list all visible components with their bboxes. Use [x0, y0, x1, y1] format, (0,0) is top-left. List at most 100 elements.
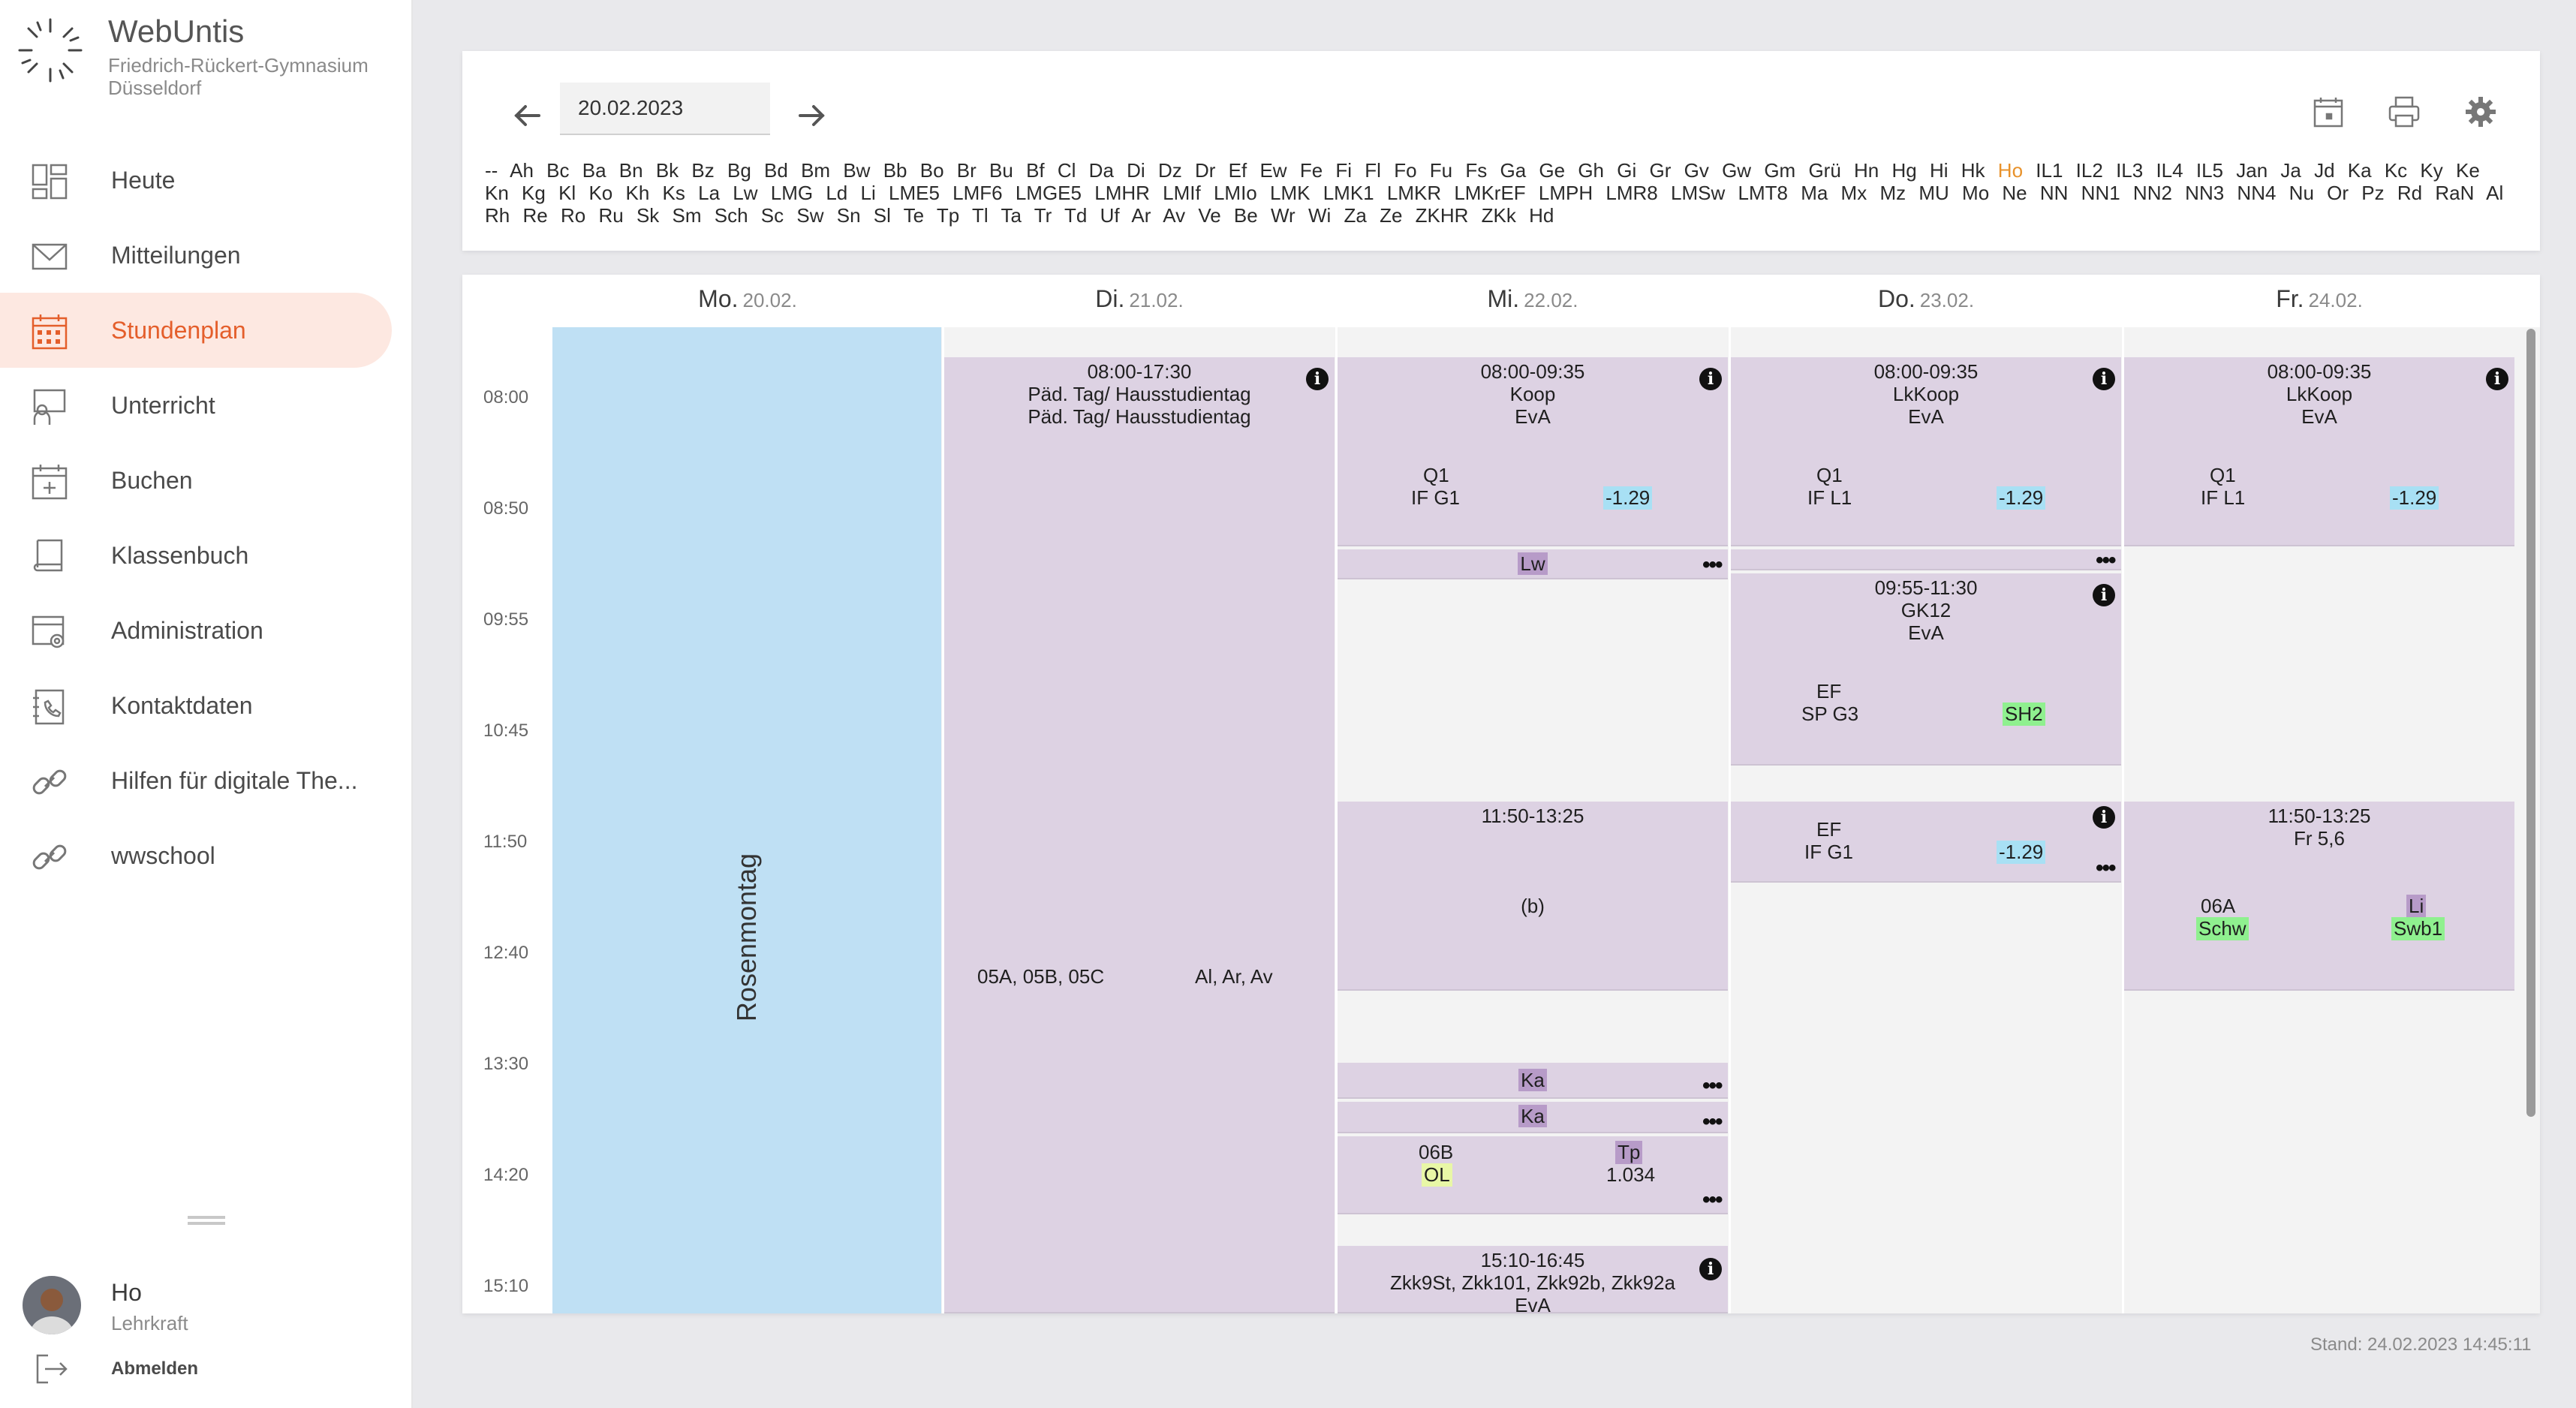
teacher-link[interactable]: Gh: [1578, 159, 1604, 182]
lesson-card-tuesday[interactable]: 08:00-17:30 Päd. Tag/ Hausstudientag Päd…: [944, 357, 1335, 1313]
scrollbar[interactable]: [2526, 329, 2535, 1117]
teacher-link[interactable]: LMPH: [1539, 182, 1593, 204]
teacher-link[interactable]: Ja: [2280, 159, 2301, 182]
teacher-link[interactable]: Kh: [626, 182, 650, 204]
lesson-card[interactable]: Ka •••: [1338, 1063, 1728, 1099]
teacher-link[interactable]: Kc: [2385, 159, 2407, 182]
info-icon[interactable]: i: [2093, 806, 2115, 829]
nav-item-buchen[interactable]: Buchen: [0, 443, 392, 518]
teacher-link[interactable]: IL5: [2196, 159, 2223, 182]
teacher-link[interactable]: Ba: [582, 159, 606, 182]
teacher-link[interactable]: Tl: [972, 204, 989, 227]
teacher-link[interactable]: Ah: [510, 159, 534, 182]
teacher-link[interactable]: Ld: [826, 182, 847, 204]
teacher-link[interactable]: Lw: [733, 182, 757, 204]
teacher-link[interactable]: Fi: [1335, 159, 1352, 182]
teacher-link[interactable]: Kg: [522, 182, 546, 204]
teacher-link[interactable]: LMF6: [952, 182, 1002, 204]
teacher-link[interactable]: La: [698, 182, 720, 204]
nav-item-hilfen[interactable]: Hilfen für digitale The...: [0, 743, 392, 818]
teacher-link[interactable]: Be: [1234, 204, 1258, 227]
teacher-link[interactable]: Ka: [2348, 159, 2372, 182]
teacher-link[interactable]: Bf: [1026, 159, 1045, 182]
teacher-link[interactable]: Mo: [1962, 182, 1989, 204]
teacher-link[interactable]: Al: [2486, 182, 2503, 204]
teacher-link[interactable]: LMK: [1270, 182, 1310, 204]
teacher-link[interactable]: Te: [904, 204, 924, 227]
teacher-link[interactable]: LME5: [889, 182, 940, 204]
lesson-card[interactable]: •••: [1731, 549, 2121, 572]
teacher-link[interactable]: Cl: [1058, 159, 1076, 182]
teacher-link[interactable]: Mz: [1879, 182, 1906, 204]
teacher-link[interactable]: NN3: [2185, 182, 2224, 204]
teacher-link[interactable]: LMSw: [1671, 182, 1725, 204]
date-input[interactable]: [560, 83, 770, 135]
teacher-link[interactable]: Ta: [1001, 204, 1021, 227]
teacher-link[interactable]: Tp: [937, 204, 959, 227]
lesson-card[interactable]: 08:00-09:35 LkKoop EvA Q1 IF L1 -1.29 i: [1731, 357, 2121, 546]
teacher-link[interactable]: NN1: [2081, 182, 2120, 204]
teacher-link[interactable]: IL1: [2036, 159, 2063, 182]
teacher-link[interactable]: Re: [522, 204, 547, 227]
teacher-link[interactable]: Bc: [546, 159, 569, 182]
teacher-link[interactable]: Ke: [2456, 159, 2480, 182]
teacher-link[interactable]: Ne: [2002, 182, 2027, 204]
logout-button[interactable]: Abmelden: [111, 1358, 198, 1379]
teacher-link[interactable]: Grü: [1808, 159, 1840, 182]
more-icon[interactable]: •••: [2096, 549, 2116, 572]
teacher-link[interactable]: IL3: [2116, 159, 2143, 182]
logout-icon[interactable]: [33, 1351, 69, 1387]
print-icon[interactable]: [2385, 93, 2423, 131]
teacher-link[interactable]: Tr: [1034, 204, 1052, 227]
teacher-link[interactable]: Ro: [561, 204, 585, 227]
teacher-link[interactable]: Ew: [1259, 159, 1286, 182]
teacher-link[interactable]: Sw: [796, 204, 823, 227]
teacher-link[interactable]: Li: [861, 182, 876, 204]
teacher-link[interactable]: Jd: [2314, 159, 2334, 182]
lesson-card[interactable]: 09:55-11:30 GK12 EvA EF SP G3 SH2 i: [1731, 573, 2121, 766]
teacher-link[interactable]: Uf: [1100, 204, 1120, 227]
teacher-link[interactable]: Wi: [1308, 204, 1331, 227]
teacher-link[interactable]: Gi: [1617, 159, 1636, 182]
teacher-link[interactable]: IL4: [2156, 159, 2183, 182]
teacher-link[interactable]: Sk: [636, 204, 659, 227]
teacher-link[interactable]: Bw: [843, 159, 870, 182]
teacher-link[interactable]: Ef: [1229, 159, 1247, 182]
more-icon[interactable]: •••: [1702, 554, 1723, 576]
teacher-link[interactable]: Fu: [1430, 159, 1452, 182]
teacher-link[interactable]: RaN: [2435, 182, 2474, 204]
teacher-link[interactable]: Hd: [1529, 204, 1554, 227]
teacher-link[interactable]: Ko: [588, 182, 612, 204]
teacher-link[interactable]: Bz: [691, 159, 714, 182]
teacher-link[interactable]: Kl: [558, 182, 576, 204]
lesson-card[interactable]: 08:00-09:35 Koop EvA Q1 IF G1 -1.29 i: [1338, 357, 1728, 546]
avatar[interactable]: [23, 1276, 81, 1334]
teacher-link[interactable]: Br: [957, 159, 977, 182]
nav-item-kontaktdaten[interactable]: Kontaktdaten: [0, 668, 392, 743]
teacher-link[interactable]: Bg: [727, 159, 751, 182]
teacher-link[interactable]: Hg: [1892, 159, 1917, 182]
teacher-link[interactable]: Hn: [1854, 159, 1879, 182]
info-icon[interactable]: i: [1306, 368, 1329, 390]
teacher-link[interactable]: LMGE5: [1016, 182, 1082, 204]
teacher-link[interactable]: Bk: [656, 159, 679, 182]
teacher-link[interactable]: --: [485, 159, 498, 182]
teacher-link[interactable]: Sm: [673, 204, 702, 227]
lesson-card[interactable]: 11:50-13:25 (b): [1338, 802, 1728, 991]
info-icon[interactable]: i: [2093, 368, 2115, 390]
teacher-link[interactable]: Av: [1163, 204, 1185, 227]
gear-icon[interactable]: [2462, 93, 2499, 131]
teacher-link[interactable]: Nu: [2289, 182, 2314, 204]
teacher-link[interactable]: Bn: [619, 159, 643, 182]
teacher-link[interactable]: LMIo: [1214, 182, 1257, 204]
teacher-link[interactable]: NN4: [2237, 182, 2276, 204]
arrow-right-icon[interactable]: [790, 93, 835, 138]
teacher-link[interactable]: Gr: [1649, 159, 1671, 182]
teacher-link[interactable]: Ky: [2420, 159, 2442, 182]
holiday-block[interactable]: [552, 327, 941, 1313]
lesson-card[interactable]: 15:10-16:45 Zkk9St, Zkk101, Zkk92b, Zkk9…: [1338, 1246, 1728, 1313]
info-icon[interactable]: i: [1699, 1258, 1722, 1280]
nav-item-heute[interactable]: Heute: [0, 143, 392, 218]
calendar-picker-icon[interactable]: [2310, 95, 2346, 131]
teacher-link[interactable]: LMK1: [1323, 182, 1374, 204]
